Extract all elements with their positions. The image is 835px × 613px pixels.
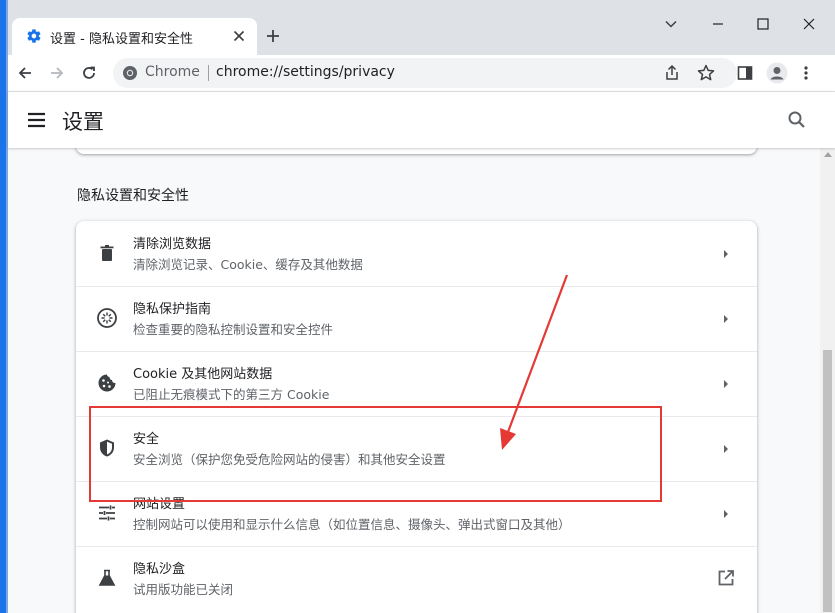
row-clear-browsing-data[interactable]: 清除浏览数据 清除浏览记录、Cookie、缓存及其他数据 [76,221,757,286]
cookie-icon [96,372,118,394]
arrow-right-icon [51,67,64,79]
plus-icon [267,30,279,42]
privacy-settings-card: 清除浏览数据 清除浏览记录、Cookie、缓存及其他数据 隐私保护指南 检查重要… [76,221,757,613]
tab-title: 设置 - 隐私设置和安全性 [50,32,193,47]
row-title: 隐私沙盒 [133,562,186,577]
back-button[interactable] [13,61,37,85]
reload-icon [83,66,95,79]
menu-button[interactable] [794,61,818,85]
close-window-button[interactable] [794,12,824,36]
avatar-icon [766,62,788,84]
profile-button[interactable] [765,61,789,85]
row-subtitle: 检查重要的隐私控制设置和安全控件 [133,322,334,337]
arrow-right-icon [718,246,734,262]
address-bar[interactable]: Chrome chrome://settings/privacy [113,58,737,88]
previous-card [76,148,757,154]
hamburger-menu-icon[interactable] [26,109,48,131]
browser-toolbar: Chrome chrome://settings/privacy [8,55,835,91]
tab-strip: 设置 - 隐私设置和安全性 [8,0,835,55]
url-text[interactable]: chrome://settings/privacy [216,64,395,80]
row-security[interactable]: 安全 安全浏览（保护您免受危险网站的侵害）和其他安全设置 [76,416,757,481]
omnibox-divider [208,65,209,81]
forward-button[interactable] [45,61,69,85]
row-subtitle: 清除浏览记录、Cookie、缓存及其他数据 [133,257,363,272]
share-icon[interactable] [662,63,682,83]
row-site-settings[interactable]: 网站设置 控制网站可以使用和显示什么信息（如位置信息、摄像头、弹出式窗口及其他） [76,481,757,546]
scrollbar[interactable] [820,148,835,613]
arrow-right-icon [718,441,734,457]
site-name: Chrome [145,64,200,80]
row-subtitle: 安全浏览（保护您免受危险网站的侵害）和其他安全设置 [133,452,446,467]
external-link-icon [718,570,734,586]
scroll-up-arrow[interactable] [824,152,832,157]
row-title: Cookie 及其他网站数据 [133,367,273,382]
chrome-logo-icon [123,66,137,80]
minimize-button[interactable] [703,12,733,36]
reload-button[interactable] [77,61,101,85]
maximize-icon [757,18,769,30]
kebab-menu-icon [804,66,808,80]
minimize-icon [713,23,723,25]
row-title: 网站设置 [133,497,186,512]
row-subtitle: 已阻止无痕模式下的第三方 Cookie [133,387,330,402]
arrow-right-icon [718,311,734,327]
settings-content: 隐私设置和安全性 清除浏览数据 清除浏览记录、Cookie、缓存及其他数据 隐私… [8,148,835,613]
new-tab-button[interactable] [262,25,284,47]
chevron-down-icon [665,20,677,28]
row-title: 清除浏览数据 [133,237,212,252]
star-icon[interactable] [696,63,716,83]
close-icon [233,30,245,42]
close-icon [803,18,815,30]
tab-settings-privacy[interactable]: 设置 - 隐私设置和安全性 [12,18,257,55]
side-panel-button[interactable] [733,61,757,85]
trash-icon [96,242,118,264]
row-title: 安全 [133,432,160,447]
row-subtitle: 试用版功能已关闭 [133,582,234,597]
row-title: 隐私保护指南 [133,302,212,317]
shield-icon [96,437,118,459]
tune-icon [96,502,118,524]
flask-icon [96,567,118,589]
search-icon[interactable] [786,109,808,131]
section-title: 隐私设置和安全性 [77,188,189,204]
row-privacy-sandbox[interactable]: 隐私沙盒 试用版功能已关闭 [76,546,757,611]
page-title: 设置 [62,110,104,134]
side-panel-icon [737,66,753,80]
settings-header: 设置 [8,91,835,148]
row-privacy-guide[interactable]: 隐私保护指南 检查重要的隐私控制设置和安全控件 [76,286,757,351]
row-cookies[interactable]: Cookie 及其他网站数据 已阻止无痕模式下的第三方 Cookie [76,351,757,416]
tab-close-button[interactable] [230,27,248,45]
browser-window: 设置 - 隐私设置和安全性 Chrome chrome://settings/p… [0,0,835,613]
arrow-right-icon [718,506,734,522]
arrow-left-icon [18,67,31,79]
maximize-button[interactable] [748,12,778,36]
gear-icon [27,29,41,43]
tab-search-button[interactable] [656,12,686,36]
desktop-edge [0,0,8,613]
scroll-thumb[interactable] [823,350,832,612]
privacy-guide-icon [96,307,118,329]
row-subtitle: 控制网站可以使用和显示什么信息（如位置信息、摄像头、弹出式窗口及其他） [133,517,571,532]
arrow-right-icon [718,376,734,392]
